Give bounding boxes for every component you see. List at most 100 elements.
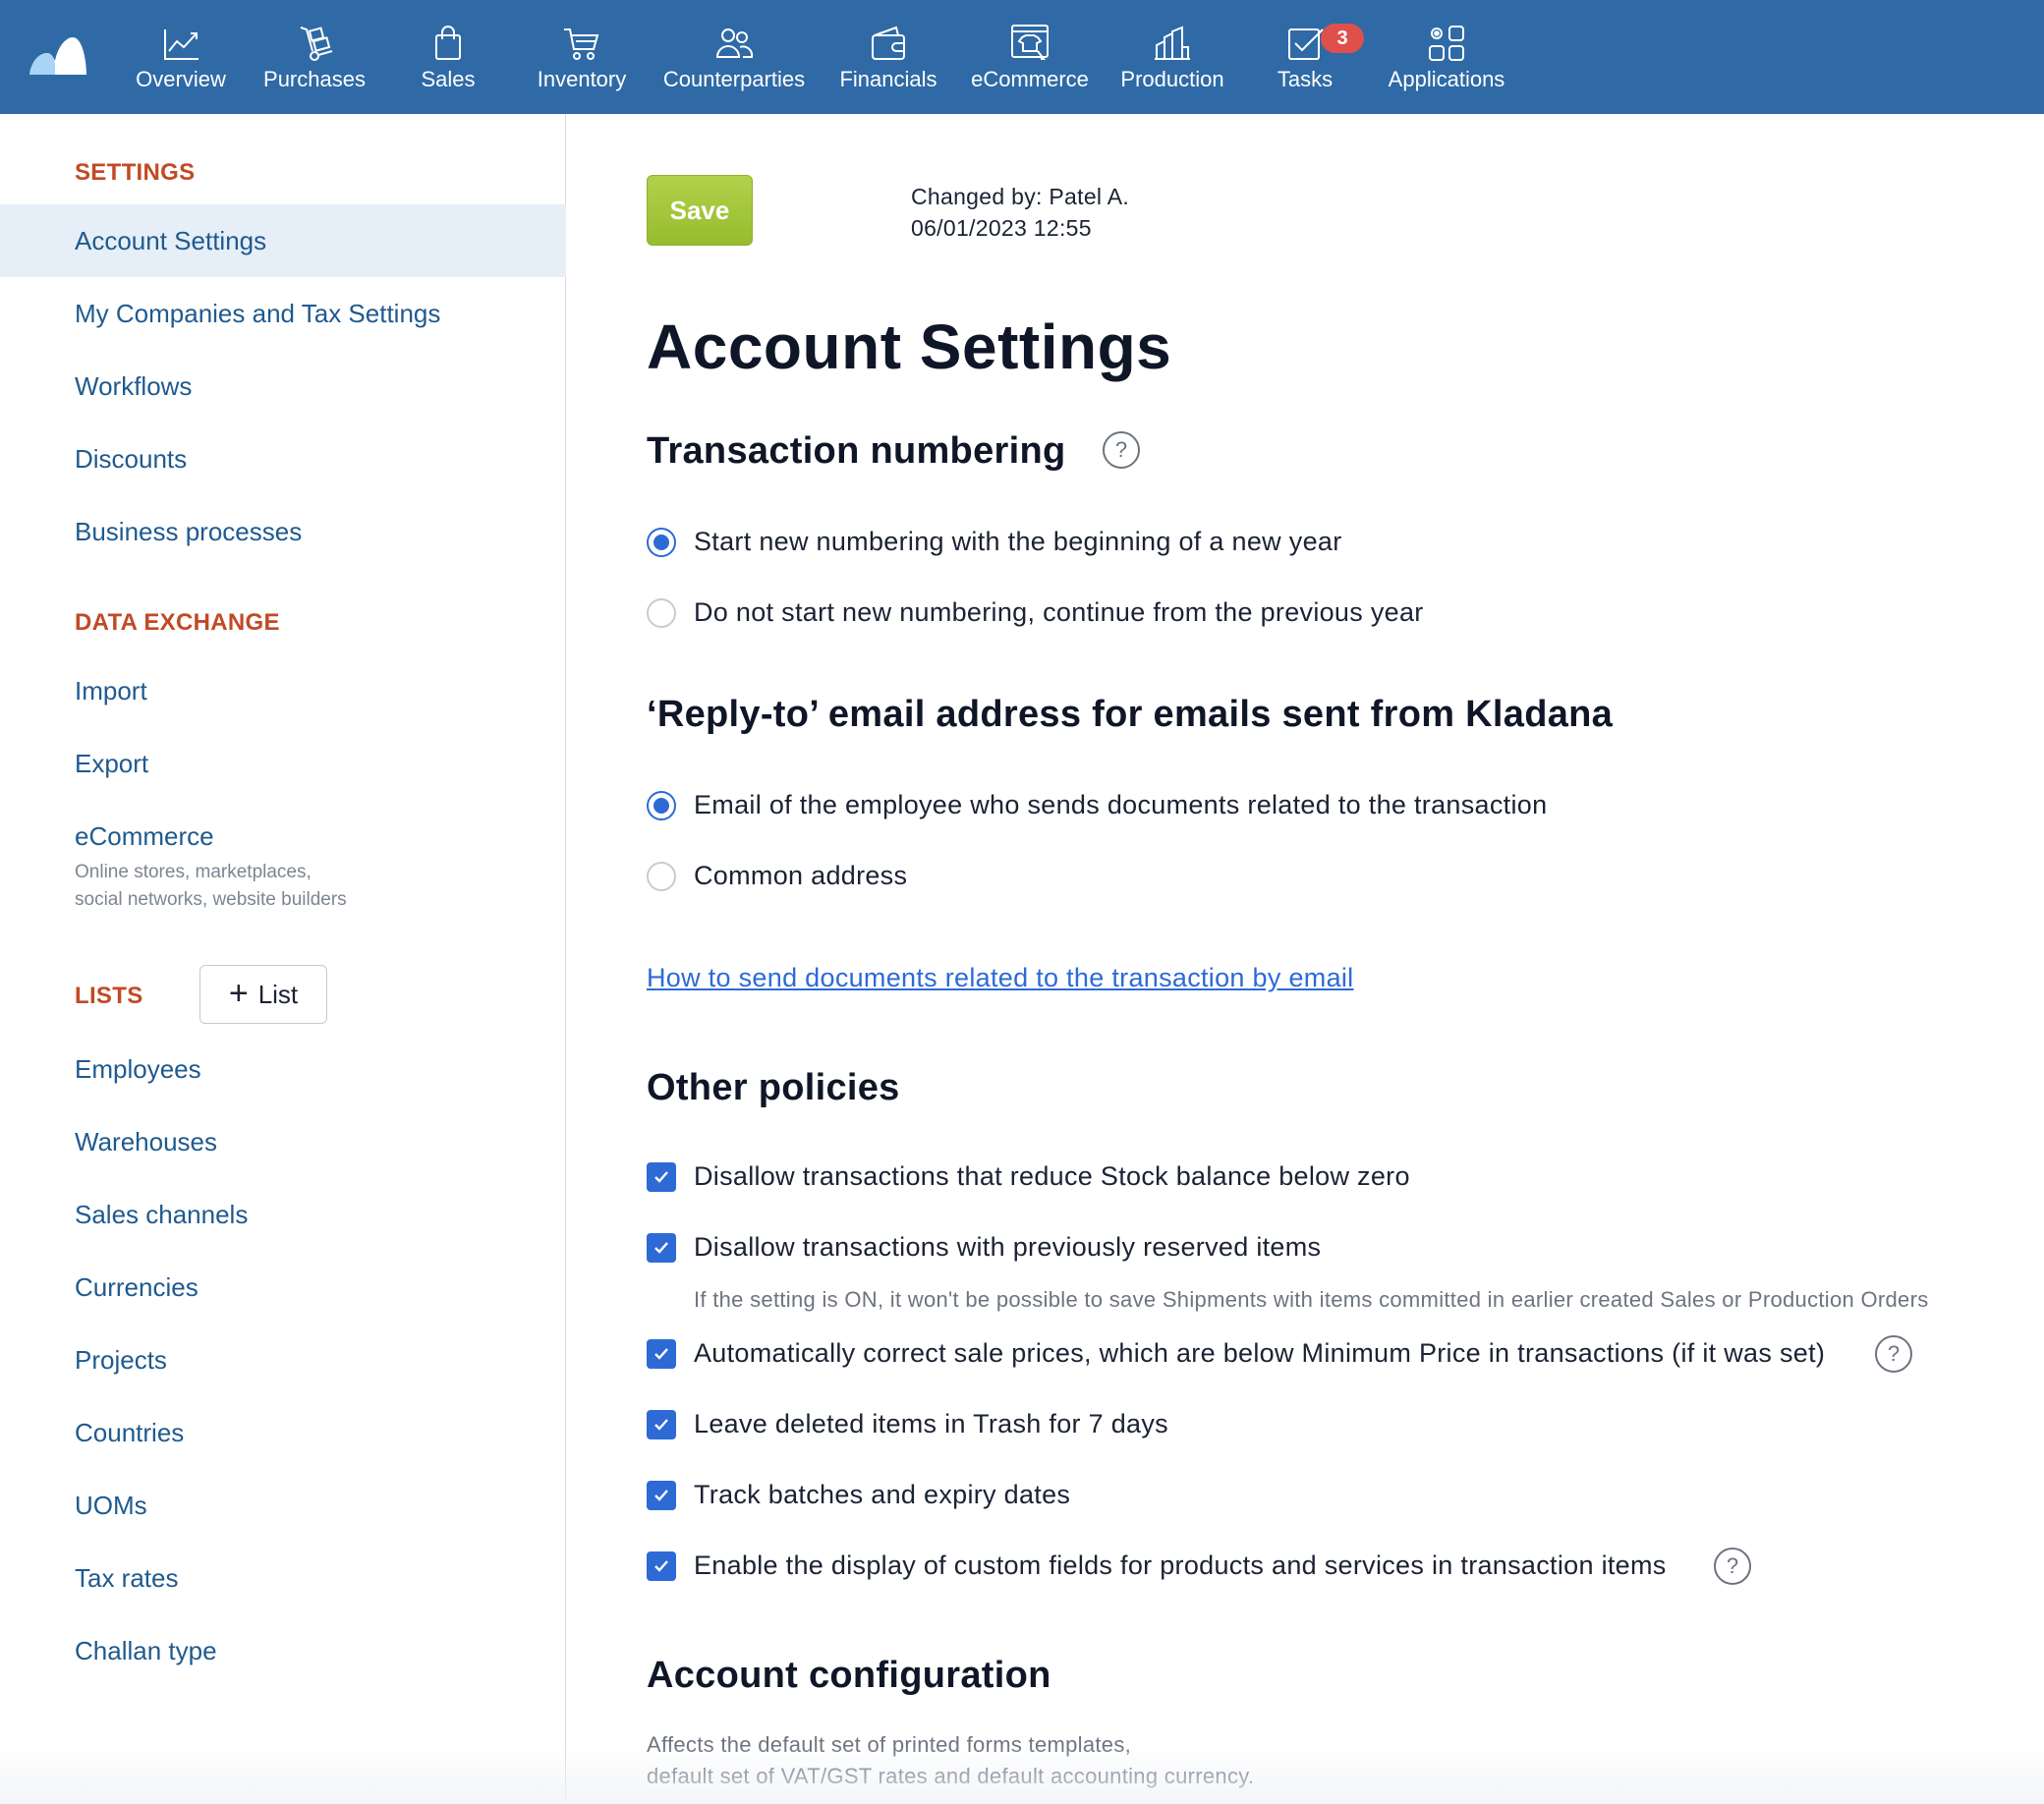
- policy-custom-fields[interactable]: Enable the display of custom fields for …: [647, 1550, 1667, 1581]
- apps-icon: [1429, 26, 1464, 61]
- reply-to-heading: ‘Reply-to’ email address for emails sent…: [647, 694, 1614, 735]
- settings-main-panel: Save Changed by: Patel A. 06/01/2023 12:…: [567, 114, 2044, 1804]
- reply-option-employee-email[interactable]: Email of the employee who sends document…: [647, 790, 1547, 820]
- checkbox-checked[interactable]: [647, 1232, 676, 1263]
- sidebar-item-export[interactable]: Export: [0, 727, 566, 800]
- app-logo[interactable]: [26, 31, 88, 79]
- nav-applications-label: Applications: [1388, 67, 1505, 91]
- svg-text:?: ?: [1115, 437, 1127, 462]
- save-button[interactable]: Save: [647, 175, 753, 246]
- check-icon: [654, 1170, 668, 1183]
- account-configuration-heading: Account configuration: [647, 1655, 1051, 1696]
- sidebar-item-workflows[interactable]: Workflows: [0, 350, 566, 423]
- numbering-option-label: Do not start new numbering, continue fro…: [694, 597, 1424, 627]
- policy-min-price-correction[interactable]: Automatically correct sale prices, which…: [647, 1338, 1825, 1369]
- nav-production[interactable]: Production: [1118, 0, 1226, 114]
- nav-inventory-label: Inventory: [537, 67, 627, 91]
- min-price-help-icon[interactable]: ?: [1874, 1334, 1913, 1374]
- radio-selected[interactable]: [647, 790, 676, 820]
- people-icon: [715, 28, 754, 58]
- checkbox-checked[interactable]: [647, 1550, 676, 1581]
- reply-option-label: Email of the employee who sends document…: [694, 790, 1548, 819]
- nav-counterparties[interactable]: Counterparties: [660, 0, 808, 114]
- nav-overview-label: Overview: [136, 67, 226, 91]
- reserved-items-hint: If the setting is ON, it won't be possib…: [694, 1287, 1929, 1312]
- sidebar-item-uoms[interactable]: UOMs: [0, 1469, 566, 1542]
- checkbox-checked[interactable]: [647, 1409, 676, 1439]
- policy-trash-retention[interactable]: Leave deleted items in Trash for 7 days: [647, 1409, 1168, 1439]
- radio-unselected[interactable]: [647, 597, 676, 628]
- top-navigation-bar: Overview Purchases Sales Inventory Count…: [0, 0, 2044, 114]
- add-list-label: List: [257, 979, 299, 1009]
- nav-tasks-label: Tasks: [1277, 67, 1334, 91]
- sidebar-item-tax-rates[interactable]: Tax rates: [0, 1542, 566, 1614]
- nav-applications[interactable]: Applications: [1380, 0, 1513, 114]
- custom-fields-help-icon[interactable]: ?: [1713, 1547, 1752, 1586]
- nav-inventory[interactable]: Inventory: [531, 0, 633, 114]
- policy-label: Leave deleted items in Trash for 7 days: [694, 1409, 1168, 1438]
- send-documents-help-link[interactable]: How to send documents related to the tra…: [647, 963, 1353, 993]
- check-icon: [654, 1347, 668, 1360]
- policy-track-batches[interactable]: Track batches and expiry dates: [647, 1480, 1070, 1510]
- sidebar-item-business-processes[interactable]: Business processes: [0, 495, 566, 568]
- numbering-option-new-year[interactable]: Start new numbering with the beginning o…: [647, 527, 1342, 557]
- nav-production-label: Production: [1120, 67, 1224, 91]
- account-configuration-description: Affects the default set of printed forms…: [647, 1729, 1254, 1792]
- sidebar-item-currencies[interactable]: Currencies: [0, 1251, 566, 1324]
- radio-unselected[interactable]: [647, 861, 676, 891]
- shopping-bag-icon: [435, 26, 461, 60]
- nav-purchases-label: Purchases: [263, 67, 366, 91]
- numbering-option-label: Start new numbering with the beginning o…: [694, 527, 1342, 556]
- reply-option-common-address[interactable]: Common address: [647, 861, 907, 891]
- policy-label: Automatically correct sale prices, which…: [694, 1338, 1826, 1368]
- check-icon: [654, 1418, 668, 1431]
- nav-ecommerce[interactable]: eCommerce: [969, 0, 1091, 114]
- radio-selected[interactable]: [647, 527, 676, 557]
- checkbox-checked[interactable]: [647, 1480, 676, 1510]
- nav-sales[interactable]: Sales: [401, 0, 495, 114]
- sidebar-item-discounts[interactable]: Discounts: [0, 423, 566, 495]
- check-icon: [654, 1559, 668, 1572]
- change-info: Changed by: Patel A. 06/01/2023 12:55: [911, 181, 1129, 244]
- add-list-button[interactable]: + List: [199, 965, 327, 1024]
- ecommerce-description-line-1: Online stores, marketplaces,: [75, 862, 312, 882]
- sidebar-item-projects[interactable]: Projects: [0, 1324, 566, 1396]
- hand-truck-icon: [300, 27, 333, 61]
- settings-sidebar: SETTINGS Account Settings My Companies a…: [0, 114, 566, 1804]
- sidebar-item-warehouses[interactable]: Warehouses: [0, 1105, 566, 1178]
- page-title: Account Settings: [647, 311, 1172, 382]
- sidebar-item-challan-type[interactable]: Challan type: [0, 1614, 566, 1687]
- nav-tasks[interactable]: Tasks: [1260, 0, 1350, 114]
- sidebar-item-import[interactable]: Import: [0, 654, 566, 727]
- factory-icon: [1155, 26, 1190, 60]
- svg-text:?: ?: [1727, 1553, 1738, 1578]
- wallet-icon: [872, 26, 905, 60]
- checkbox-checked[interactable]: [647, 1338, 676, 1369]
- nav-financials[interactable]: Financials: [837, 0, 939, 114]
- nav-overview[interactable]: Overview: [128, 0, 234, 114]
- tasks-count-badge: 3: [1321, 24, 1364, 53]
- sidebar-item-companies-tax[interactable]: My Companies and Tax Settings: [0, 277, 566, 350]
- svg-text:?: ?: [1888, 1341, 1900, 1366]
- sidebar-item-account-settings[interactable]: Account Settings: [0, 204, 566, 277]
- policy-reserved-items[interactable]: Disallow transactions with previously re…: [647, 1232, 1321, 1263]
- transaction-numbering-heading: Transaction numbering: [647, 430, 1066, 472]
- check-icon: [654, 1489, 668, 1501]
- storefront-icon: [1011, 25, 1049, 60]
- changed-by-text: Changed by: Patel A.: [911, 184, 1130, 209]
- policy-negative-stock[interactable]: Disallow transactions that reduce Stock …: [647, 1161, 1410, 1192]
- policy-label: Disallow transactions that reduce Stock …: [694, 1161, 1410, 1191]
- data-exchange-section-heading: DATA EXCHANGE: [75, 609, 280, 636]
- reply-option-label: Common address: [694, 861, 908, 890]
- ecommerce-description-line-2: social networks, website builders: [75, 889, 347, 910]
- config-desc-line-1: Affects the default set of printed forms…: [647, 1732, 1132, 1757]
- nav-purchases[interactable]: Purchases: [257, 0, 371, 114]
- nav-counterparties-label: Counterparties: [662, 67, 806, 91]
- lists-section-heading: LISTS: [75, 983, 143, 1009]
- sidebar-item-countries[interactable]: Countries: [0, 1396, 566, 1469]
- numbering-help-icon[interactable]: ?: [1102, 430, 1141, 470]
- numbering-option-continue[interactable]: Do not start new numbering, continue fro…: [647, 597, 1424, 628]
- sidebar-item-sales-channels[interactable]: Sales channels: [0, 1178, 566, 1251]
- sidebar-item-employees[interactable]: Employees: [0, 1033, 566, 1105]
- checkbox-checked[interactable]: [647, 1161, 676, 1192]
